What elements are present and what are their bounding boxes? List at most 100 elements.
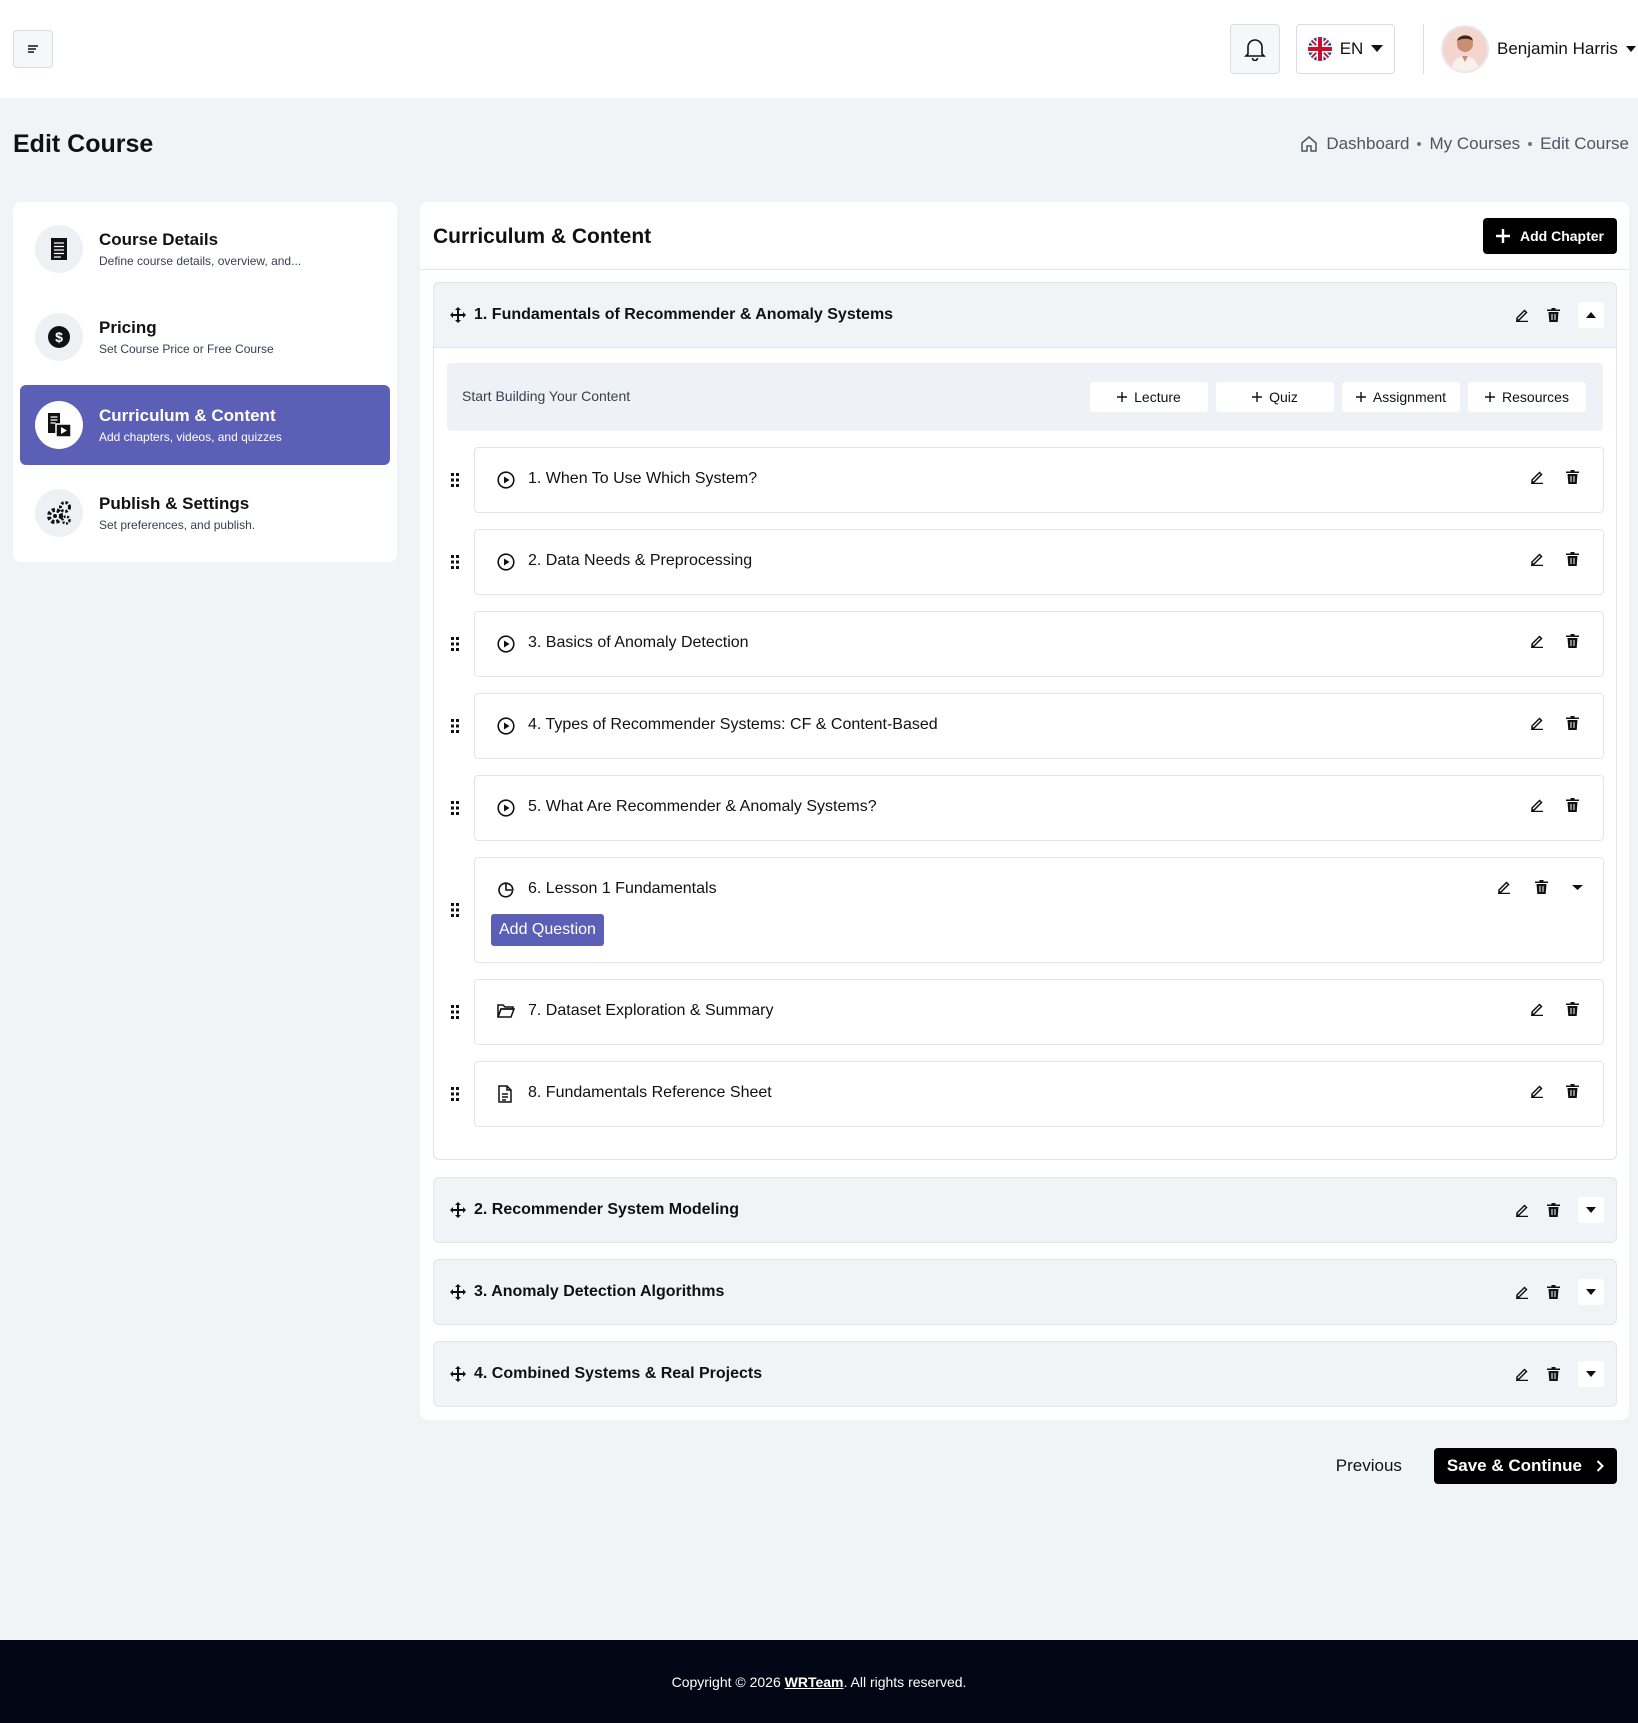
step-description: Set preferences, and publish. [99,518,256,532]
step-description: Define course details, overview, and... [99,254,302,268]
trash-icon[interactable] [1566,716,1579,730]
drag-handle-icon[interactable] [451,555,459,569]
edit-icon[interactable] [1515,308,1529,322]
bell-icon [1244,39,1266,61]
step-title: Curriculum & Content [99,406,276,425]
drag-handle-icon[interactable] [451,1005,459,1019]
chapter-2: 2. Recommender System Modeling [433,1177,1617,1243]
drag-handle-icon[interactable] [451,637,459,651]
add-lecture-button[interactable]: Lecture [1090,382,1208,412]
step-pricing[interactable]: $ Pricing Set Course Price or Free Cours… [20,297,390,377]
item-title: 3. Basics of Anomaly Detection [528,634,749,651]
edit-icon[interactable] [1515,1367,1529,1381]
notifications-button[interactable] [1230,24,1280,74]
add-resources-button[interactable]: Resources [1468,382,1586,412]
edit-icon[interactable] [1530,1084,1544,1098]
edit-icon[interactable] [1530,552,1544,566]
move-icon[interactable] [450,307,466,323]
drag-handle-icon[interactable] [451,801,459,815]
chapter-header[interactable]: 1. Fundamentals of Recommender & Anomaly… [434,283,1616,347]
edit-icon[interactable] [1530,798,1544,812]
drag-handle-icon[interactable] [451,719,459,733]
edit-icon[interactable] [1530,1002,1544,1016]
add-assignment-button[interactable]: Assignment [1342,382,1460,412]
assignment-item[interactable]: 7. Dataset Exploration & Summary [474,979,1604,1045]
save-continue-button[interactable]: Save & Continue [1433,1448,1617,1484]
drag-handle-icon[interactable] [451,473,459,487]
lecture-item[interactable]: 4. Types of Recommender Systems: CF & Co… [474,693,1604,759]
caret-down-icon [1586,1289,1596,1295]
item-title: 1. When To Use Which System? [528,470,758,487]
lecture-item[interactable]: 3. Basics of Anomaly Detection [474,611,1604,677]
trash-icon[interactable] [1566,552,1579,566]
lecture-item[interactable]: 1. When To Use Which System? [474,447,1604,513]
edit-icon[interactable] [1530,716,1544,730]
chapter-body: Start Building Your Content Lecture Quiz… [434,347,1616,1159]
item-actions [1530,552,1579,566]
chapter-header[interactable]: 3. Anomaly Detection Algorithms [434,1260,1616,1324]
drag-handle-icon[interactable] [451,903,459,917]
add-question-button[interactable]: Add Question [491,914,604,946]
trash-icon[interactable] [1535,880,1548,894]
chapter-1: 1. Fundamentals of Recommender & Anomaly… [433,282,1617,1160]
add-chapter-label: Add Chapter [1520,228,1604,244]
chapter-header[interactable]: 2. Recommender System Modeling [434,1178,1616,1242]
move-icon[interactable] [450,1366,466,1382]
trash-icon[interactable] [1566,798,1579,812]
breadcrumb-dashboard-link[interactable]: Dashboard [1326,134,1409,154]
caret-down-icon[interactable] [1572,880,1583,894]
step-description: Set Course Price or Free Course [99,342,274,356]
lecture-item[interactable]: 2. Data Needs & Preprocessing [474,529,1604,595]
trash-icon[interactable] [1547,1285,1560,1299]
copyright-prefix: Copyright © 2026 [671,1673,785,1690]
quiz-item[interactable]: 6. Lesson 1 Fundamentals Add Question [474,857,1604,963]
collapse-button[interactable] [1578,302,1604,328]
breadcrumb-my-courses-link[interactable]: My Courses [1429,134,1520,154]
previous-button[interactable]: Previous [1336,1456,1402,1476]
edit-icon[interactable] [1515,1203,1529,1217]
plus-icon [1496,229,1510,243]
header-divider [1423,24,1424,74]
expand-button[interactable] [1578,1361,1604,1387]
step-course-details[interactable]: Course Details Define course details, ov… [20,209,390,289]
edit-icon[interactable] [1530,470,1544,484]
drag-handle-icon[interactable] [451,1087,459,1101]
step-curriculum-content[interactable]: Curriculum & Content Add chapters, video… [20,385,390,465]
edit-icon[interactable] [1515,1285,1529,1299]
trash-icon[interactable] [1547,308,1560,322]
item-title: 6. Lesson 1 Fundamentals [528,880,717,897]
move-icon[interactable] [450,1202,466,1218]
trash-icon[interactable] [1547,1367,1560,1381]
avatar [1441,25,1489,73]
chapter-actions [1515,1178,1604,1242]
edit-icon[interactable] [1497,880,1511,894]
content-builder-bar: Start Building Your Content Lecture Quiz… [447,363,1603,431]
user-avatar-icon [1443,27,1487,71]
caret-down-icon [1586,1371,1596,1377]
language-selector[interactable]: EN [1296,24,1395,74]
trash-icon[interactable] [1566,634,1579,648]
resource-item[interactable]: 8. Fundamentals Reference Sheet [474,1061,1604,1127]
lecture-item[interactable]: 5. What Are Recommender & Anomaly System… [474,775,1604,841]
trash-icon[interactable] [1566,470,1579,484]
step-publish-settings[interactable]: Publish & Settings Set preferences, and … [20,473,390,553]
move-icon[interactable] [450,1284,466,1300]
add-quiz-button[interactable]: Quiz [1216,382,1334,412]
chapter-header[interactable]: 4. Combined Systems & Real Projects [434,1342,1616,1406]
trash-icon[interactable] [1566,1084,1579,1098]
folder-icon [497,1004,515,1018]
chevron-right-icon [1596,1460,1604,1472]
trash-icon[interactable] [1547,1203,1560,1217]
edit-icon[interactable] [1530,634,1544,648]
item-actions [1530,798,1579,812]
expand-button[interactable] [1578,1279,1604,1305]
user-menu[interactable]: Benjamin Harris [1441,24,1636,74]
add-chapter-button[interactable]: Add Chapter [1483,218,1617,254]
dollar-icon: $ [35,313,83,361]
page-title: Edit Course [13,130,154,158]
menu-toggle-button[interactable] [13,30,53,68]
expand-button[interactable] [1578,1197,1604,1223]
brand-link[interactable]: WRTeam [785,1674,844,1690]
uk-flag-icon [1307,37,1332,61]
trash-icon[interactable] [1566,1002,1579,1016]
